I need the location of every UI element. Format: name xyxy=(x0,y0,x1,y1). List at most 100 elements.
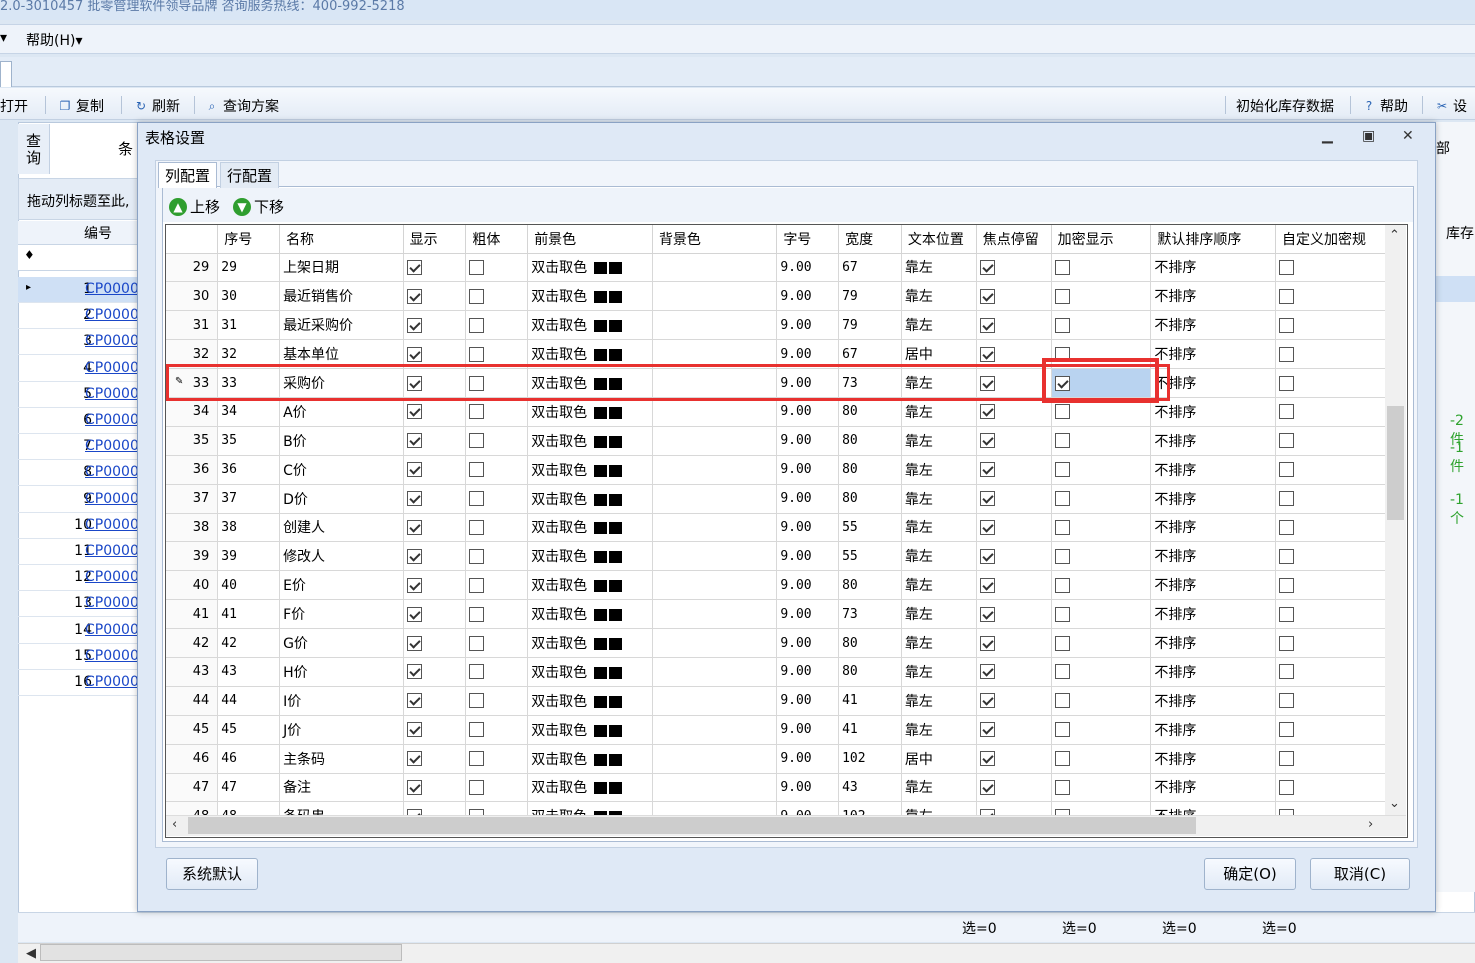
font-size-cell[interactable]: 9.00 xyxy=(776,570,840,601)
focus-checkbox[interactable] xyxy=(979,577,995,593)
sort-cell[interactable]: 不排序 xyxy=(1150,744,1277,774)
show-checkbox[interactable] xyxy=(406,751,422,767)
width-cell[interactable]: 73 xyxy=(838,599,902,630)
bold-checkbox[interactable] xyxy=(469,779,485,795)
bold-cell[interactable] xyxy=(465,541,529,572)
seq-cell[interactable]: 34 xyxy=(217,397,281,427)
table-row[interactable]: 46 46 主条码 双击取色 9.00 102 居中 不排序 xyxy=(166,744,1386,774)
encrypt-cell[interactable] xyxy=(1051,426,1152,456)
show-checkbox[interactable] xyxy=(406,635,422,651)
custom-encrypt-cell[interactable] xyxy=(1275,744,1386,774)
fg-color-cell[interactable]: 双击取色 xyxy=(527,628,653,658)
width-cell[interactable]: 80 xyxy=(838,397,902,427)
show-checkbox[interactable] xyxy=(406,519,422,535)
custom-encrypt-checkbox[interactable] xyxy=(1279,491,1295,507)
bold-cell[interactable] xyxy=(465,686,529,716)
encrypt-checkbox[interactable] xyxy=(1054,635,1070,651)
row-header[interactable]: 45 xyxy=(166,715,219,745)
table-row[interactable]: 39 39 修改人 双击取色 9.00 55 靠左 不排序 xyxy=(166,541,1386,572)
encrypt-checkbox[interactable] xyxy=(1054,519,1070,535)
list-item[interactable]: 8 CP0000 xyxy=(18,460,139,487)
custom-encrypt-cell[interactable] xyxy=(1275,310,1386,341)
bold-cell[interactable] xyxy=(465,628,529,658)
font-size-cell[interactable]: 9.00 xyxy=(776,744,840,774)
font-size-cell[interactable]: 9.00 xyxy=(776,599,840,630)
bold-cell[interactable] xyxy=(465,570,529,601)
system-default-button[interactable]: 系统默认 xyxy=(166,858,258,890)
show-checkbox[interactable] xyxy=(406,548,422,564)
settings-button[interactable]: ✂ 设 xyxy=(1434,96,1467,116)
font-size-cell[interactable]: 9.00 xyxy=(776,628,840,658)
name-cell[interactable]: C价 xyxy=(279,455,404,485)
focus-cell[interactable] xyxy=(976,744,1052,774)
sort-cell[interactable]: 不排序 xyxy=(1150,541,1277,572)
focus-cell[interactable] xyxy=(976,513,1052,543)
bg-color-cell[interactable] xyxy=(652,715,778,745)
show-checkbox[interactable] xyxy=(406,577,422,593)
seq-cell[interactable]: 42 xyxy=(217,628,281,658)
bold-checkbox[interactable] xyxy=(469,404,485,420)
width-cell[interactable]: 102 xyxy=(838,744,902,774)
sort-cell[interactable]: 不排序 xyxy=(1150,310,1277,341)
bold-cell[interactable] xyxy=(465,281,529,312)
custom-encrypt-cell[interactable] xyxy=(1275,628,1386,658)
menu-dropdown[interactable]: ▾ xyxy=(0,30,7,46)
focus-cell[interactable] xyxy=(976,484,1052,514)
encrypt-checkbox[interactable] xyxy=(1054,491,1070,507)
product-code-link[interactable]: CP0000 xyxy=(85,386,139,402)
fg-color-cell[interactable]: 双击取色 xyxy=(527,397,653,427)
list-item[interactable]: 12 CP0000 xyxy=(18,565,139,592)
list-item[interactable]: 4 CP0000 xyxy=(18,356,139,382)
fg-color-cell[interactable]: 双击取色 xyxy=(527,253,653,283)
font-size-cell[interactable]: 9.00 xyxy=(776,397,840,427)
column-header[interactable]: 粗体 xyxy=(465,225,529,254)
init-stock-button[interactable]: 初始化库存数据 xyxy=(1236,96,1334,116)
focus-cell[interactable] xyxy=(976,426,1052,456)
product-code-link[interactable]: CP0000 xyxy=(85,648,139,664)
encrypt-cell[interactable] xyxy=(1051,253,1152,283)
focus-cell[interactable] xyxy=(976,715,1052,745)
product-code-link[interactable]: CP0000 xyxy=(85,517,139,533)
sort-cell[interactable]: 不排序 xyxy=(1150,397,1277,427)
encrypt-checkbox[interactable] xyxy=(1054,722,1070,738)
width-cell[interactable]: 80 xyxy=(838,657,902,687)
focus-checkbox[interactable] xyxy=(979,433,995,449)
bg-color-cell[interactable] xyxy=(652,281,778,312)
width-cell[interactable]: 41 xyxy=(838,715,902,745)
bg-color-cell[interactable] xyxy=(652,657,778,687)
table-row[interactable]: 29 29 上架日期 双击取色 9.00 67 靠左 不排序 xyxy=(166,253,1386,283)
scroll-up-icon[interactable]: ⌃ xyxy=(1389,228,1400,243)
product-code-link[interactable]: CP0000 xyxy=(85,307,139,323)
custom-encrypt-checkbox[interactable] xyxy=(1279,577,1295,593)
seq-cell[interactable]: 47 xyxy=(217,773,281,803)
bold-checkbox[interactable] xyxy=(469,548,485,564)
bold-checkbox[interactable] xyxy=(469,751,485,767)
custom-encrypt-cell[interactable] xyxy=(1275,484,1386,514)
column-header[interactable]: 序号 xyxy=(217,225,281,254)
close-icon[interactable]: ✕ xyxy=(1402,128,1414,144)
encrypt-cell[interactable] xyxy=(1051,686,1152,716)
bold-checkbox[interactable] xyxy=(469,722,485,738)
list-item[interactable]: 7 CP0000 xyxy=(18,434,139,461)
custom-encrypt-checkbox[interactable] xyxy=(1279,317,1295,333)
product-code-link[interactable]: CP0000 xyxy=(85,333,139,349)
custom-encrypt-cell[interactable] xyxy=(1275,513,1386,543)
grid-horizontal-thumb[interactable] xyxy=(188,817,1196,834)
name-cell[interactable]: 修改人 xyxy=(279,541,404,572)
product-code-link[interactable]: CP0000 xyxy=(85,412,139,428)
fg-color-cell[interactable]: 双击取色 xyxy=(527,484,653,514)
text-align-cell[interactable]: 靠左 xyxy=(901,397,977,427)
custom-encrypt-checkbox[interactable] xyxy=(1279,346,1295,362)
show-checkbox[interactable] xyxy=(406,693,422,709)
bold-checkbox[interactable] xyxy=(469,577,485,593)
refresh-button[interactable]: ↻ 刷新 xyxy=(133,96,180,116)
background-filter-row[interactable]: ♦ xyxy=(18,245,138,271)
grid-vertical-thumb[interactable] xyxy=(1387,406,1404,520)
name-cell[interactable]: 创建人 xyxy=(279,513,404,543)
column-header[interactable]: 宽度 xyxy=(838,225,902,254)
fg-color-cell[interactable]: 双击取色 xyxy=(527,599,653,630)
encrypt-cell[interactable] xyxy=(1051,455,1152,485)
show-checkbox[interactable] xyxy=(406,664,422,680)
fg-color-cell[interactable]: 双击取色 xyxy=(527,455,653,485)
focus-cell[interactable] xyxy=(976,773,1052,803)
